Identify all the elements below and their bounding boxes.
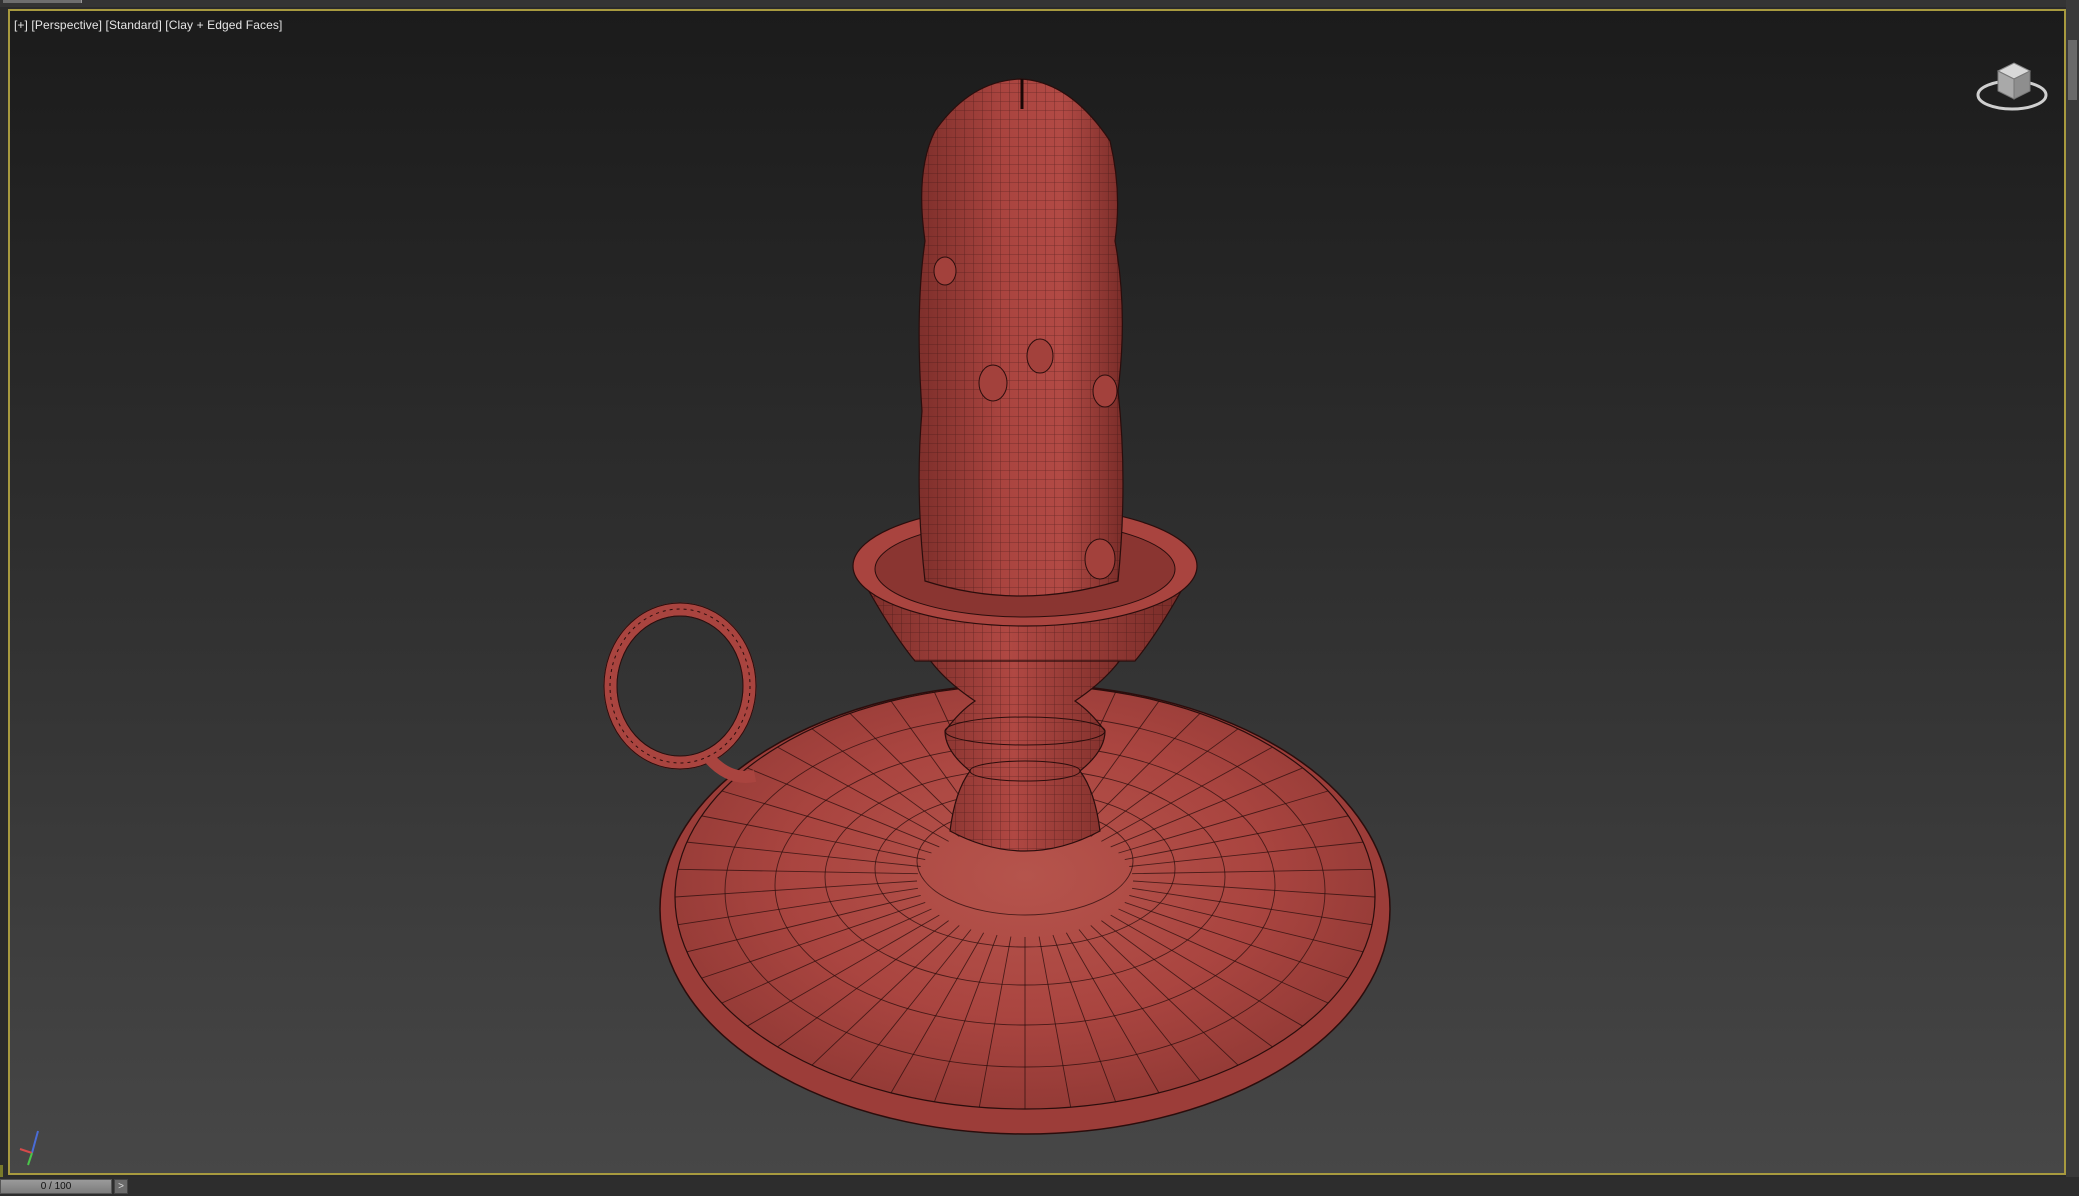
viewport-tab[interactable] bbox=[3, 0, 82, 3]
right-edge-tab[interactable] bbox=[2068, 40, 2077, 100]
timeline-bar: 0 / 100 > bbox=[0, 1177, 2079, 1196]
viewport-label[interactable]: [+] [Perspective] [Standard] [Clay + Edg… bbox=[14, 18, 282, 32]
right-edge-panel bbox=[2066, 0, 2079, 1196]
ring-handle bbox=[603, 602, 757, 770]
next-frame-button[interactable]: > bbox=[114, 1179, 128, 1194]
candle-holder-model[interactable] bbox=[10, 11, 2064, 1173]
left-marker bbox=[0, 1165, 3, 1177]
top-strip bbox=[0, 0, 2079, 7]
viewcube-icon[interactable] bbox=[1972, 43, 2052, 123]
axis-tripod-icon bbox=[19, 1130, 39, 1166]
time-slider[interactable]: 0 / 100 bbox=[0, 1179, 112, 1194]
perspective-viewport[interactable]: [+] [Perspective] [Standard] [Clay + Edg… bbox=[8, 9, 2066, 1175]
